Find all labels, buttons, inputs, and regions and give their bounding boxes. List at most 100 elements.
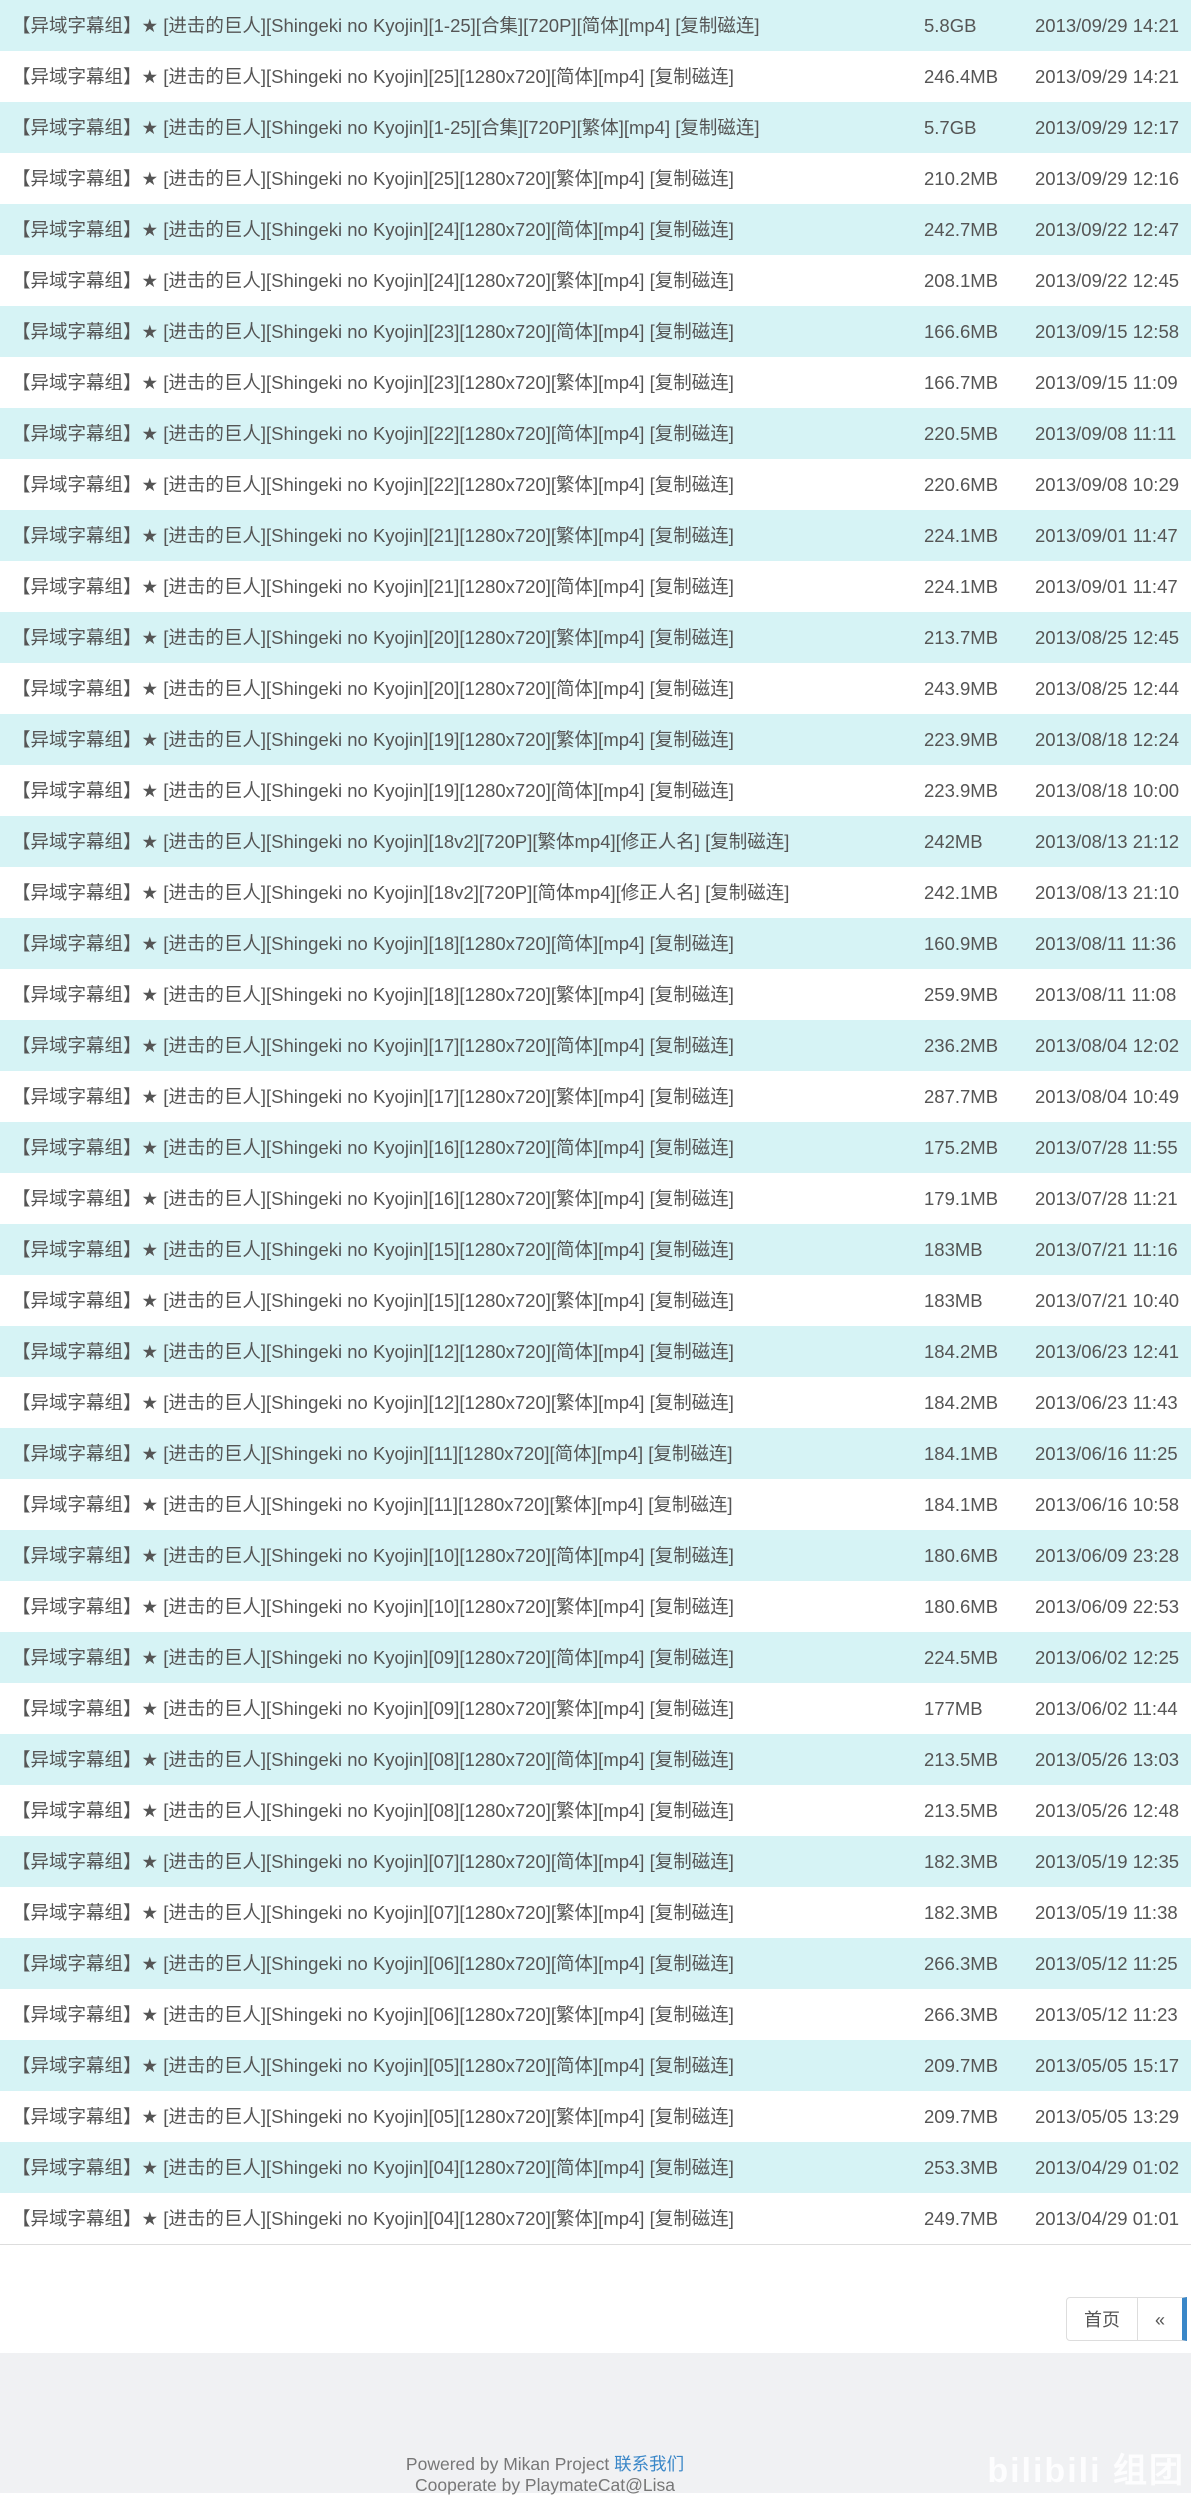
torrent-title-link[interactable]: 【异域字幕组】★ [进击的巨人][Shingeki no Kyojin][25]… [12, 153, 734, 204]
torrent-title-link[interactable]: 【异域字幕组】★ [进击的巨人][Shingeki no Kyojin][15]… [12, 1275, 734, 1326]
torrent-date: 2013/04/29 01:01 [1035, 2208, 1180, 2229]
torrent-title-link[interactable]: 【异域字幕组】★ [进击的巨人][Shingeki no Kyojin][04]… [12, 2193, 734, 2244]
table-row: 【异域字幕组】★ [进击的巨人][Shingeki no Kyojin][23]… [0, 306, 1191, 357]
torrent-size: 287.7MB [924, 1086, 999, 1107]
torrent-title-link[interactable]: 【异域字幕组】★ [进击的巨人][Shingeki no Kyojin][09]… [12, 1683, 734, 1734]
torrent-title-link[interactable]: 【异域字幕组】★ [进击的巨人][Shingeki no Kyojin][18v… [12, 867, 789, 918]
torrent-title-link[interactable]: 【异域字幕组】★ [进击的巨人][Shingeki no Kyojin][16]… [12, 1173, 734, 1224]
torrent-title-link[interactable]: 【异域字幕组】★ [进击的巨人][Shingeki no Kyojin][10]… [12, 1581, 734, 1632]
torrent-size: 224.5MB [924, 1647, 999, 1668]
torrent-date: 2013/05/05 13:29 [1035, 2106, 1180, 2127]
torrent-title-link[interactable]: 【异域字幕组】★ [进击的巨人][Shingeki no Kyojin][24]… [12, 255, 734, 306]
table-row: 【异域字幕组】★ [进击的巨人][Shingeki no Kyojin][11]… [0, 1479, 1191, 1530]
first-page-button[interactable]: 首页 [1066, 2297, 1138, 2341]
torrent-date: 2013/05/26 13:03 [1035, 1749, 1180, 1770]
table-row: 【异域字幕组】★ [进击的巨人][Shingeki no Kyojin][1-2… [0, 0, 1191, 51]
contact-us-link[interactable]: 联系我们 [614, 2454, 684, 2474]
table-row: 【异域字幕组】★ [进击的巨人][Shingeki no Kyojin][24]… [0, 204, 1191, 255]
torrent-title-link[interactable]: 【异域字幕组】★ [进击的巨人][Shingeki no Kyojin][09]… [12, 1632, 734, 1683]
table-row: 【异域字幕组】★ [进击的巨人][Shingeki no Kyojin][05]… [0, 2040, 1191, 2091]
table-row: 【异域字幕组】★ [进击的巨人][Shingeki no Kyojin][20]… [0, 612, 1191, 663]
torrent-date: 2013/09/29 14:21 [1035, 66, 1180, 87]
torrent-size: 166.7MB [924, 372, 999, 393]
table-row: 【异域字幕组】★ [进击的巨人][Shingeki no Kyojin][06]… [0, 1938, 1191, 1989]
torrent-date: 2013/08/11 11:36 [1035, 933, 1177, 954]
table-row: 【异域字幕组】★ [进击的巨人][Shingeki no Kyojin][15]… [0, 1224, 1191, 1275]
torrent-title-link[interactable]: 【异域字幕组】★ [进击的巨人][Shingeki no Kyojin][21]… [12, 510, 734, 561]
torrent-title-link[interactable]: 【异域字幕组】★ [进击的巨人][Shingeki no Kyojin][06]… [12, 1938, 734, 1989]
torrent-title-link[interactable]: 【异域字幕组】★ [进击的巨人][Shingeki no Kyojin][05]… [12, 2091, 734, 2142]
torrent-date: 2013/07/28 11:21 [1035, 1188, 1178, 1209]
table-row: 【异域字幕组】★ [进击的巨人][Shingeki no Kyojin][15]… [0, 1275, 1191, 1326]
torrent-title-link[interactable]: 【异域字幕组】★ [进击的巨人][Shingeki no Kyojin][20]… [12, 612, 734, 663]
torrent-size: 210.2MB [924, 168, 999, 189]
torrent-title-link[interactable]: 【异域字幕组】★ [进击的巨人][Shingeki no Kyojin][11]… [12, 1479, 733, 1530]
torrent-date: 2013/07/21 11:16 [1035, 1239, 1178, 1260]
table-row: 【异域字幕组】★ [进击的巨人][Shingeki no Kyojin][18]… [0, 969, 1191, 1020]
torrent-size: 224.1MB [924, 576, 999, 597]
bilibili-watermark: bilibili 组团 [987, 2452, 1185, 2490]
torrent-title-link[interactable]: 【异域字幕组】★ [进击的巨人][Shingeki no Kyojin][08]… [12, 1734, 734, 1785]
torrent-date: 2013/09/29 14:21 [1035, 15, 1180, 36]
torrent-size: 223.9MB [924, 729, 999, 750]
torrent-title-link[interactable]: 【异域字幕组】★ [进击的巨人][Shingeki no Kyojin][06]… [12, 1989, 734, 2040]
torrent-title-link[interactable]: 【异域字幕组】★ [进击的巨人][Shingeki no Kyojin][10]… [12, 1530, 734, 1581]
table-row: 【异域字幕组】★ [进击的巨人][Shingeki no Kyojin][04]… [0, 2142, 1191, 2193]
torrent-title-link[interactable]: 【异域字幕组】★ [进击的巨人][Shingeki no Kyojin][16]… [12, 1122, 734, 1173]
torrent-title-link[interactable]: 【异域字幕组】★ [进击的巨人][Shingeki no Kyojin][22]… [12, 459, 734, 510]
torrent-date: 2013/08/25 12:45 [1035, 627, 1180, 648]
table-row: 【异域字幕组】★ [进击的巨人][Shingeki no Kyojin][17]… [0, 1071, 1191, 1122]
torrent-title-link[interactable]: 【异域字幕组】★ [进击的巨人][Shingeki no Kyojin][12]… [12, 1326, 734, 1377]
torrent-size: 243.9MB [924, 678, 999, 699]
torrent-date: 2013/09/29 12:16 [1035, 168, 1180, 189]
torrent-title-link[interactable]: 【异域字幕组】★ [进击的巨人][Shingeki no Kyojin][1-2… [12, 0, 760, 51]
previous-page-button[interactable]: « [1137, 2297, 1187, 2341]
torrent-size: 220.5MB [924, 423, 999, 444]
torrent-title-link[interactable]: 【异域字幕组】★ [进击的巨人][Shingeki no Kyojin][23]… [12, 357, 734, 408]
torrent-date: 2013/08/13 21:12 [1035, 831, 1180, 852]
table-row: 【异域字幕组】★ [进击的巨人][Shingeki no Kyojin][07]… [0, 1887, 1191, 1938]
torrent-title-link[interactable]: 【异域字幕组】★ [进击的巨人][Shingeki no Kyojin][25]… [12, 51, 734, 102]
torrent-title-link[interactable]: 【异域字幕组】★ [进击的巨人][Shingeki no Kyojin][15]… [12, 1224, 734, 1275]
torrent-title-link[interactable]: 【异域字幕组】★ [进击的巨人][Shingeki no Kyojin][05]… [12, 2040, 734, 2091]
torrent-date: 2013/08/11 11:08 [1035, 984, 1177, 1005]
torrent-size: 179.1MB [924, 1188, 999, 1209]
torrent-title-link[interactable]: 【异域字幕组】★ [进击的巨人][Shingeki no Kyojin][11]… [12, 1428, 733, 1479]
torrent-title-link[interactable]: 【异域字幕组】★ [进击的巨人][Shingeki no Kyojin][07]… [12, 1887, 734, 1938]
torrent-date: 2013/09/08 11:11 [1035, 423, 1177, 444]
torrent-title-link[interactable]: 【异域字幕组】★ [进击的巨人][Shingeki no Kyojin][18]… [12, 918, 734, 969]
torrent-title-link[interactable]: 【异域字幕组】★ [进击的巨人][Shingeki no Kyojin][07]… [12, 1836, 734, 1887]
torrent-title-link[interactable]: 【异域字幕组】★ [进击的巨人][Shingeki no Kyojin][17]… [12, 1020, 734, 1071]
torrent-date: 2013/08/25 12:44 [1035, 678, 1180, 699]
torrent-title-link[interactable]: 【异域字幕组】★ [进击的巨人][Shingeki no Kyojin][08]… [12, 1785, 734, 1836]
torrent-title-link[interactable]: 【异域字幕组】★ [进击的巨人][Shingeki no Kyojin][24]… [12, 204, 734, 255]
torrent-title-link[interactable]: 【异域字幕组】★ [进击的巨人][Shingeki no Kyojin][18v… [12, 816, 789, 867]
torrent-date: 2013/05/19 11:38 [1035, 1902, 1178, 1923]
torrent-date: 2013/05/05 15:17 [1035, 2055, 1180, 2076]
torrent-date: 2013/09/01 11:47 [1035, 576, 1178, 597]
torrent-title-link[interactable]: 【异域字幕组】★ [进击的巨人][Shingeki no Kyojin][18]… [12, 969, 734, 1020]
torrent-title-link[interactable]: 【异域字幕组】★ [进击的巨人][Shingeki no Kyojin][23]… [12, 306, 734, 357]
torrent-title-link[interactable]: 【异域字幕组】★ [进击的巨人][Shingeki no Kyojin][04]… [12, 2142, 734, 2193]
torrent-size: 209.7MB [924, 2055, 999, 2076]
torrent-title-link[interactable]: 【异域字幕组】★ [进击的巨人][Shingeki no Kyojin][1-2… [12, 102, 760, 153]
table-row: 【异域字幕组】★ [进击的巨人][Shingeki no Kyojin][11]… [0, 1428, 1191, 1479]
torrent-date: 2013/06/02 12:25 [1035, 1647, 1180, 1668]
pagination-area: 首页 « [0, 2247, 1191, 2353]
torrent-title-link[interactable]: 【异域字幕组】★ [进击的巨人][Shingeki no Kyojin][19]… [12, 714, 734, 765]
table-row: 【异域字幕组】★ [进击的巨人][Shingeki no Kyojin][22]… [0, 408, 1191, 459]
torrent-date: 2013/08/13 21:10 [1035, 882, 1180, 903]
torrent-title-link[interactable]: 【异域字幕组】★ [进击的巨人][Shingeki no Kyojin][21]… [12, 561, 734, 612]
torrent-size: 220.6MB [924, 474, 999, 495]
table-row: 【异域字幕组】★ [进击的巨人][Shingeki no Kyojin][25]… [0, 51, 1191, 102]
torrent-size: 249.7MB [924, 2208, 999, 2229]
torrent-title-link[interactable]: 【异域字幕组】★ [进击的巨人][Shingeki no Kyojin][12]… [12, 1377, 734, 1428]
table-row: 【异域字幕组】★ [进击的巨人][Shingeki no Kyojin][25]… [0, 153, 1191, 204]
torrent-title-link[interactable]: 【异域字幕组】★ [进击的巨人][Shingeki no Kyojin][20]… [12, 663, 734, 714]
torrent-date: 2013/06/16 10:58 [1035, 1494, 1180, 1515]
torrent-title-link[interactable]: 【异域字幕组】★ [进击的巨人][Shingeki no Kyojin][19]… [12, 765, 734, 816]
torrent-date: 2013/04/29 01:02 [1035, 2157, 1180, 2178]
torrent-title-link[interactable]: 【异域字幕组】★ [进击的巨人][Shingeki no Kyojin][17]… [12, 1071, 734, 1122]
torrent-title-link[interactable]: 【异域字幕组】★ [进击的巨人][Shingeki no Kyojin][22]… [12, 408, 734, 459]
torrent-date: 2013/08/18 10:00 [1035, 780, 1180, 801]
